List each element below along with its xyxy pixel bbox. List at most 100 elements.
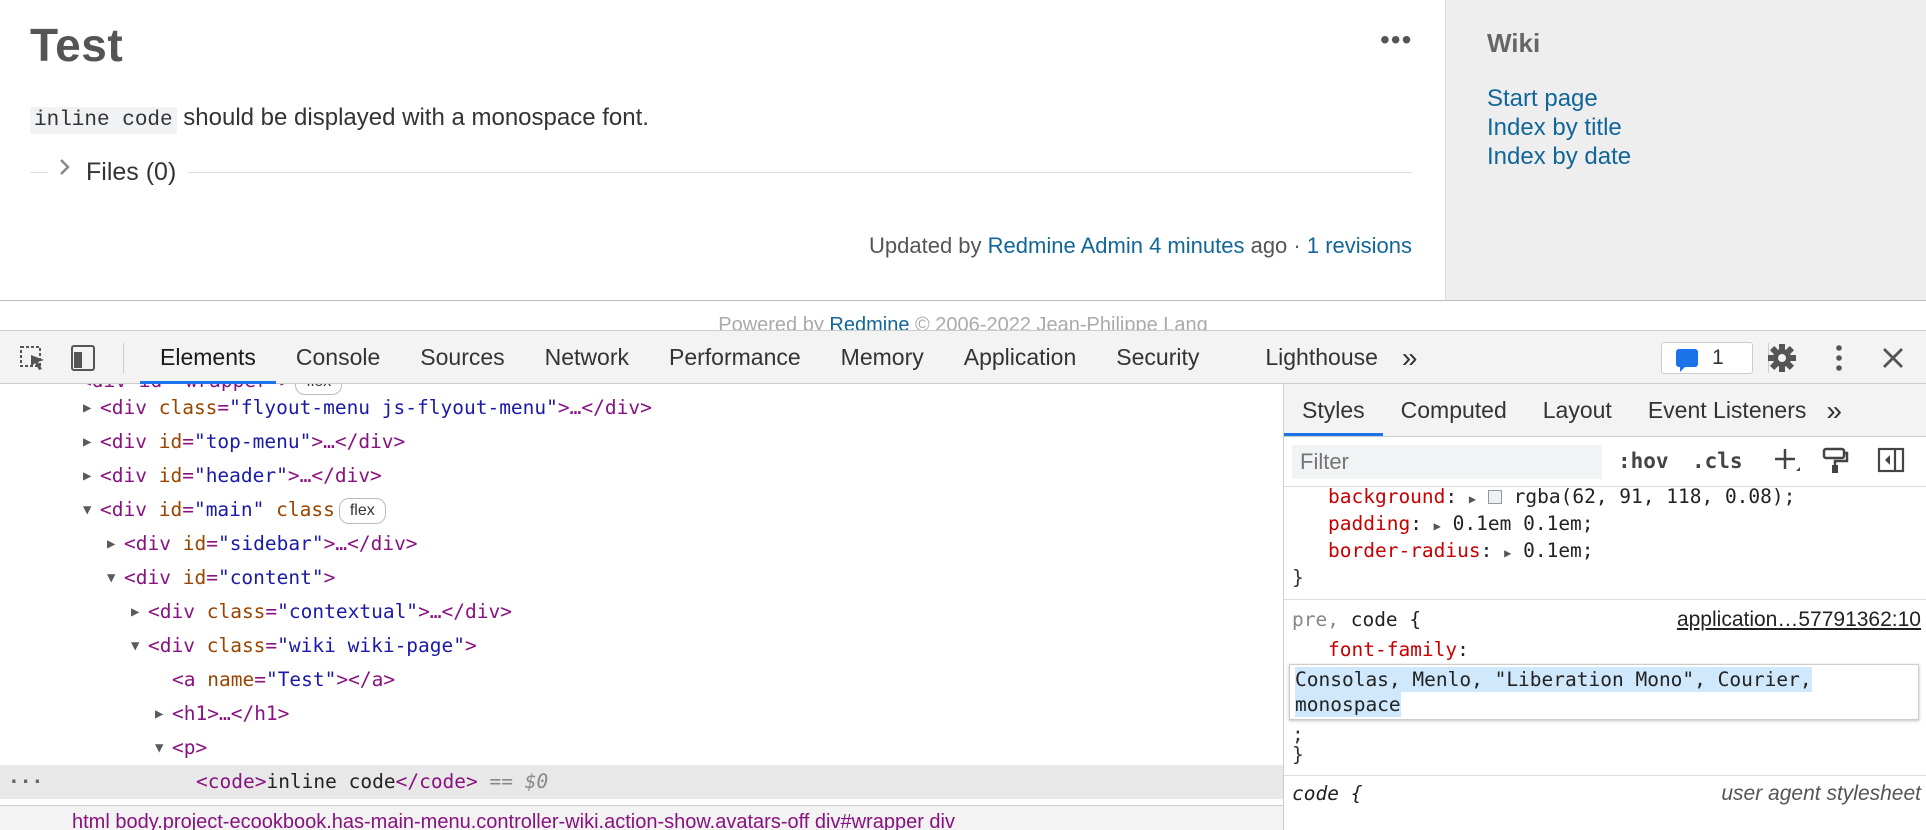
attr-name: class — [206, 634, 266, 657]
css-decl-padding[interactable]: padding: ▶ 0.1em 0.1em; — [1284, 510, 1926, 537]
tab-sources[interactable]: Sources — [400, 331, 524, 384]
dom-node-h1[interactable]: ▶ <h1>…</h1> — [0, 697, 1283, 731]
tag-tail: ></a> — [336, 668, 396, 691]
dom-node-code-selected[interactable]: ··· <code>inline code</code> == $0 — [0, 765, 1283, 799]
tag-tail: >…</div> — [311, 430, 406, 453]
tab-memory[interactable]: Memory — [821, 331, 944, 384]
dom-node-contextual[interactable]: ▶ <div class="contextual">…</div> — [0, 595, 1283, 629]
css-value[interactable]: 0.1em; — [1523, 539, 1593, 562]
more-tabs-icon[interactable]: » — [1824, 384, 1860, 436]
tag-open: <a — [172, 668, 196, 691]
styles-toolbar: :hov .cls — [1284, 437, 1926, 487]
dom-node-wiki-page[interactable]: ▼ <div class="wiki wiki-page"> — [0, 629, 1283, 663]
collapse-triangle-icon[interactable]: ▼ — [131, 629, 139, 663]
selector-active: code { — [1292, 782, 1363, 805]
revisions-link[interactable]: 1 revisions — [1307, 233, 1412, 258]
expand-triangle-icon[interactable]: ▶ — [1469, 492, 1476, 506]
hover-state-toggle[interactable]: :hov — [1618, 449, 1669, 473]
tag-tail: >…</div> — [557, 396, 652, 419]
sidebar-link-start-page[interactable]: Start page — [1487, 84, 1631, 113]
selector-inactive: pre, — [1292, 608, 1339, 631]
collapse-triangle-icon[interactable]: ▼ — [83, 493, 91, 527]
dom-node-p[interactable]: ▼ <p> — [0, 731, 1283, 765]
new-rule-icon[interactable] — [1772, 445, 1802, 480]
expand-triangle-icon[interactable]: ▶ — [83, 391, 91, 425]
files-toggle-label[interactable]: Files (0) — [86, 158, 176, 187]
tag-tail: …</h1> — [218, 702, 290, 725]
kebab-menu-icon[interactable] — [1822, 341, 1856, 375]
rule-divider — [1284, 599, 1926, 600]
dom-node-header[interactable]: ▶ <div id="header">…</div> — [0, 459, 1283, 493]
dom-node-anchor[interactable]: <a name="Test"></a> — [0, 663, 1283, 697]
updated-ago: ago · — [1244, 233, 1307, 258]
css-value[interactable]: 0.1em 0.1em; — [1453, 512, 1594, 535]
footer-redmine-link[interactable]: Redmine — [829, 314, 909, 330]
sidebar-link-index-by-date[interactable]: Index by date — [1487, 142, 1631, 171]
css-rule-selector-ua[interactable]: code { user agent stylesheet — [1284, 780, 1926, 807]
user-agent-label: user agent stylesheet — [1721, 782, 1921, 805]
files-section[interactable]: Files (0) — [30, 156, 1412, 186]
tab-styles[interactable]: Styles — [1284, 384, 1383, 436]
time-link[interactable]: 4 minutes — [1149, 233, 1244, 258]
tab-application[interactable]: Application — [944, 331, 1097, 384]
dom-node-content[interactable]: ▼ <div id="content"> — [0, 561, 1283, 595]
more-actions-icon[interactable]: ••• — [1380, 24, 1412, 56]
brace: } — [1292, 743, 1304, 766]
flex-badge[interactable]: flex — [338, 497, 386, 524]
author-link[interactable]: Redmine Admin — [988, 233, 1143, 258]
tab-console[interactable]: Console — [276, 331, 400, 384]
tab-network[interactable]: Network — [525, 331, 649, 384]
dom-node-flyout-menu[interactable]: ▶ <div class="flyout-menu js-flyout-menu… — [0, 391, 1283, 425]
brace: } — [1292, 566, 1304, 589]
css-decl-background[interactable]: background: ▶ rgba(62, 91, 118, 0.08); — [1284, 483, 1926, 510]
paint-brush-icon[interactable] — [1820, 445, 1850, 480]
expand-triangle-icon[interactable]: ▶ — [155, 697, 163, 731]
more-tabs-icon[interactable]: » — [1398, 331, 1438, 384]
tag-close: </code> — [395, 770, 478, 793]
issues-counter-button[interactable]: 1 — [1661, 342, 1753, 374]
chevron-right-icon[interactable] — [58, 156, 72, 184]
attr-name: id — [158, 498, 183, 521]
css-decl-border-radius[interactable]: border-radius: ▶ 0.1em; — [1284, 537, 1926, 564]
tag-tail: >…</div> — [287, 464, 382, 487]
collapse-triangle-icon[interactable]: ▼ — [107, 561, 115, 595]
expand-triangle-icon[interactable]: ▶ — [131, 595, 139, 629]
expand-triangle-icon[interactable]: ▶ — [83, 459, 91, 493]
expand-triangle-icon[interactable]: ▶ — [107, 527, 115, 561]
stylesheet-source-link[interactable]: application…57791362:10 — [1677, 606, 1921, 633]
css-prop: font-family — [1328, 638, 1458, 661]
expand-triangle-icon[interactable]: ▶ — [83, 425, 91, 459]
expand-triangle-icon[interactable]: ▶ — [1504, 546, 1511, 560]
css-rule-selector[interactable]: pre, code { application…57791362:10 — [1284, 606, 1926, 633]
close-icon[interactable] — [1876, 341, 1910, 375]
divider — [30, 172, 48, 173]
tab-security[interactable]: Security — [1096, 331, 1219, 384]
device-toolbar-icon[interactable] — [66, 341, 100, 375]
ellipsis-icon[interactable]: ··· — [8, 765, 43, 799]
sidebar-link-index-by-title[interactable]: Index by title — [1487, 113, 1631, 142]
styles-filter-input[interactable] — [1292, 445, 1602, 479]
css-value-editor[interactable]: Consolas, Menlo, "Liberation Mono", Cour… — [1289, 664, 1919, 720]
css-decl-font-family[interactable]: font-family: — [1284, 636, 1926, 663]
tab-lighthouse[interactable]: Lighthouse — [1219, 331, 1398, 384]
dom-node-main[interactable]: ▼ <div id="main" class flex — [0, 493, 1283, 527]
color-swatch[interactable] — [1487, 490, 1502, 504]
class-toggle[interactable]: .cls — [1692, 449, 1743, 473]
css-value[interactable]: rgba(62, 91, 118, 0.08); — [1514, 485, 1796, 508]
settings-gear-icon[interactable] — [1765, 341, 1799, 375]
attr-value: "top-menu" — [193, 430, 312, 453]
tab-layout[interactable]: Layout — [1525, 384, 1630, 436]
tab-event-listeners[interactable]: Event Listeners — [1630, 384, 1825, 436]
tab-computed[interactable]: Computed — [1383, 384, 1525, 436]
web-page: Test ••• inline code should be displayed… — [0, 0, 1926, 330]
tab-elements[interactable]: Elements — [140, 331, 276, 384]
toggle-sidebar-icon[interactable] — [1876, 445, 1906, 480]
inspect-element-icon[interactable] — [16, 341, 50, 375]
tab-performance[interactable]: Performance — [649, 331, 821, 384]
message-icon — [1676, 349, 1698, 372]
dom-breadcrumbs[interactable]: html body.project-ecookbook.has-main-men… — [0, 805, 1283, 830]
collapse-triangle-icon[interactable]: ▼ — [155, 731, 163, 765]
dom-node-top-menu[interactable]: ▶ <div id="top-menu">…</div> — [0, 425, 1283, 459]
expand-triangle-icon[interactable]: ▶ — [1434, 519, 1441, 533]
dom-node-sidebar[interactable]: ▶ <div id="sidebar">…</div> — [0, 527, 1283, 561]
